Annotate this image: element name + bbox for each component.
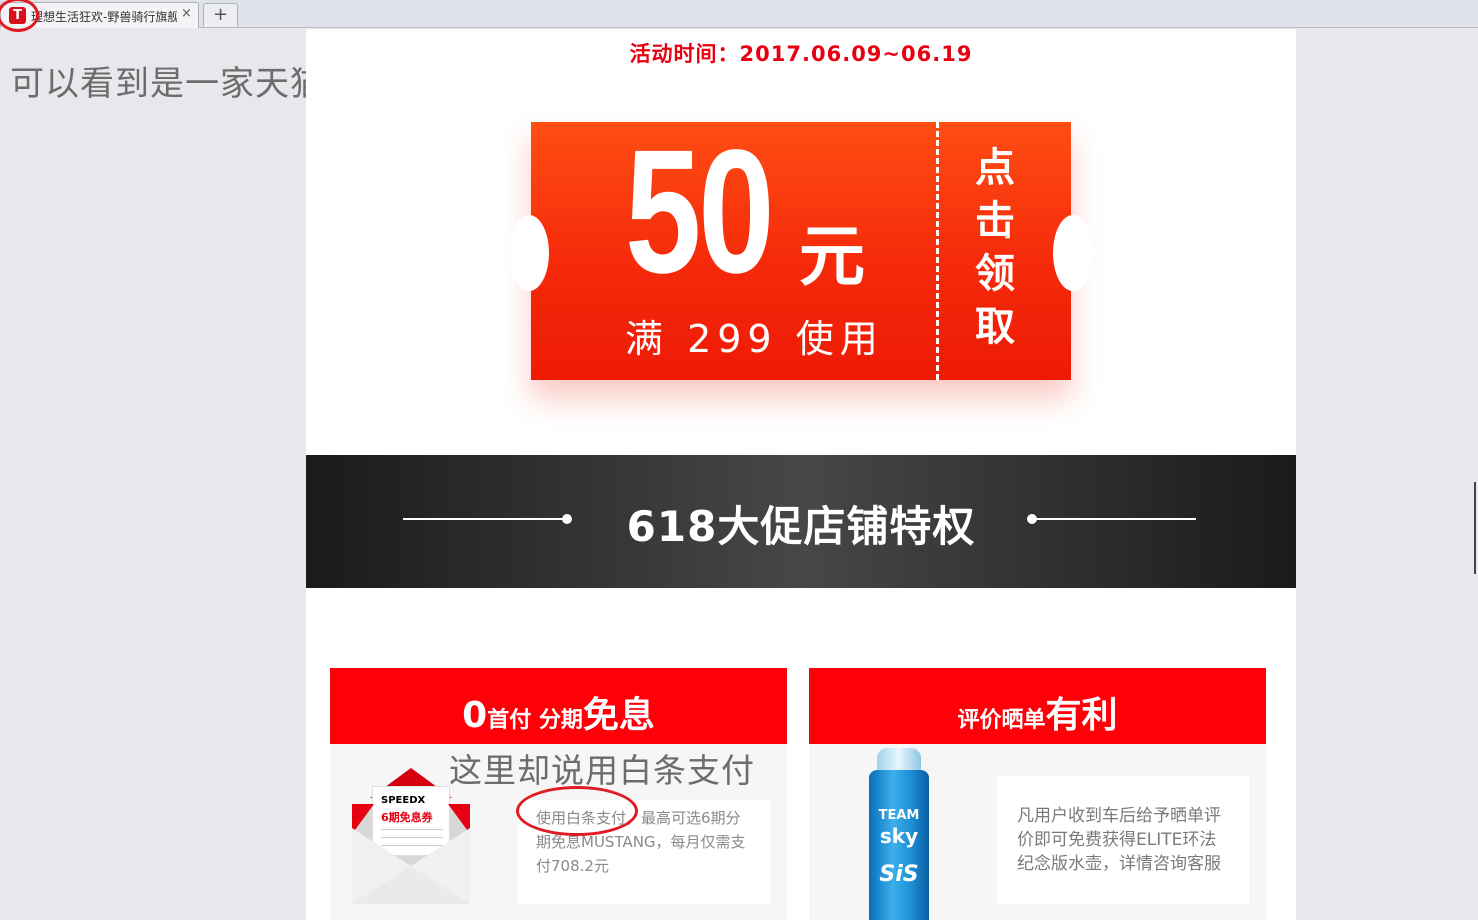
card-header: 0首付 分期免息 — [330, 668, 787, 744]
bottle-cap — [877, 748, 921, 772]
review-description: 凡用户收到车后给予晒单评价即可免费获得ELITE环法纪念版水壶，详情咨询客服 — [997, 776, 1249, 904]
claim-char: 击 — [975, 198, 1015, 244]
card-review[interactable]: 评价晒单有利 TEAM sky SiS 凡用户收到车后给予晒单评价即可免费获得E… — [809, 668, 1266, 920]
card-header: 评价晒单有利 — [809, 668, 1266, 744]
coupon-notch-right — [1053, 215, 1093, 291]
banner-line-right — [1033, 518, 1196, 520]
coupon-condition: 满 299 使用 — [625, 317, 884, 361]
banner-dot-left — [562, 514, 572, 524]
envelope-front — [352, 828, 470, 904]
coupon-divider — [936, 122, 939, 380]
tab-title: 理想生活狂欢-野兽骑行旗舰店 — [31, 10, 177, 24]
title-benefit: 有利 — [1045, 695, 1118, 736]
title-zero: 0 — [462, 695, 488, 736]
water-bottle-icon: TEAM sky SiS — [869, 748, 929, 920]
bottle-sky-label: sky — [879, 824, 919, 848]
annotation-circle-baitiao — [516, 786, 638, 836]
claim-char: 取 — [975, 304, 1015, 350]
title-review: 评价晒单 — [957, 708, 1046, 733]
card-title: 评价晒单有利 — [809, 686, 1266, 738]
browser-tab-bar: T 理想生活狂欢-野兽骑行旗舰店 × + — [0, 0, 1478, 28]
annotation-text-baitiao: 这里却说用白条支付 — [449, 751, 755, 790]
envelope-brand: SPEEDX — [381, 795, 426, 806]
claim-char: 点 — [975, 145, 1015, 191]
title-interest-free: 免息 — [582, 695, 655, 736]
coupon-notch-left — [509, 215, 549, 291]
coupon-amount: 50 — [625, 114, 775, 310]
envelope-coupon-label: 6期免息券 — [381, 811, 433, 824]
bottle-body: TEAM sky SiS — [869, 770, 929, 920]
banner-title: 618大促店铺特权 — [626, 502, 976, 551]
tab-close-icon[interactable]: × — [181, 6, 192, 21]
new-tab-button[interactable]: + — [203, 3, 238, 27]
bottle-sis-label: SiS — [879, 862, 919, 887]
bottle-team-label: TEAM — [878, 808, 920, 823]
card-title: 0首付 分期免息 — [330, 686, 787, 738]
coupon-card[interactable]: 50 元 满 299 使用 点 击 领 取 — [509, 114, 1093, 380]
privilege-banner: 618大促店铺特权 — [306, 455, 1296, 588]
coupon-unit: 元 — [799, 218, 865, 295]
title-installment: 首付 分期 — [487, 708, 583, 733]
claim-char: 领 — [975, 251, 1015, 297]
activity-time: 活动时间：2017.06.09~06.19 — [629, 42, 973, 66]
coupon-claim-button[interactable]: 点 击 领 取 — [967, 142, 1023, 354]
banner-line-left — [403, 518, 566, 520]
scrollbar-thumb[interactable] — [1474, 482, 1476, 574]
